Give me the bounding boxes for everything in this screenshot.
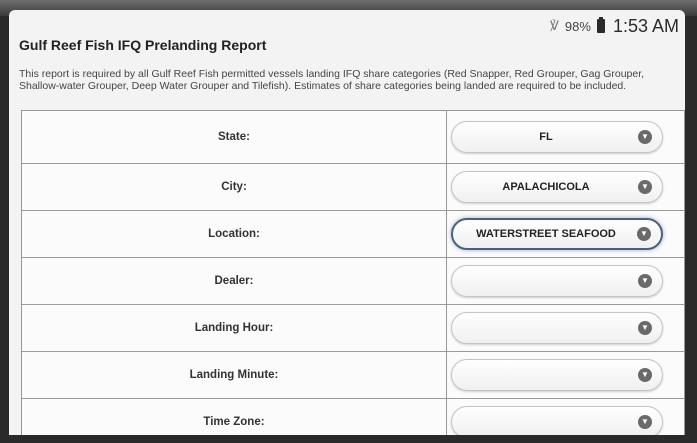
state-cell: FL ▼ — [447, 111, 684, 163]
landing-minute-label: Landing Minute: — [22, 352, 447, 398]
clock: 1:53 AM — [612, 15, 679, 36]
page-title: Gulf Reef Fish IFQ Prelanding Report — [19, 37, 267, 53]
location-label: Location: — [22, 211, 447, 257]
location-select[interactable]: WATERSTREET SEAFOOD ▼ — [451, 218, 663, 250]
state-select[interactable]: FL ▼ — [451, 121, 663, 153]
city-value: APALACHICOLA — [502, 181, 590, 193]
chevron-down-icon: ▼ — [638, 274, 652, 288]
state-value: FL — [539, 131, 553, 143]
city-select[interactable]: APALACHICOLA ▼ — [451, 171, 663, 203]
form-row-landing-hour: Landing Hour: ▼ — [22, 305, 684, 352]
chevron-down-icon: ▼ — [638, 415, 652, 429]
form-row-time-zone: Time Zone: ▼ — [22, 399, 684, 435]
state-label: State: — [22, 111, 447, 163]
time-zone-cell: ▼ — [447, 399, 684, 435]
time-zone-label: Time Zone: — [22, 399, 447, 435]
form-row-state: State: FL ▼ — [22, 111, 684, 164]
location-cell: WATERSTREET SEAFOOD ▼ — [447, 211, 684, 257]
dealer-label: Dealer: — [22, 258, 447, 304]
landing-hour-select[interactable]: ▼ — [451, 312, 663, 344]
battery-icon — [596, 17, 605, 33]
chevron-down-icon: ▼ — [638, 130, 652, 144]
landing-hour-cell: ▼ — [447, 305, 684, 351]
chevron-down-icon: ▼ — [638, 180, 652, 194]
intro-text: This report is required by all Gulf Reef… — [19, 68, 645, 92]
dealer-select[interactable]: ▼ — [451, 265, 663, 297]
form-row-city: City: APALACHICOLA ▼ — [22, 164, 684, 211]
landing-minute-select[interactable]: ▼ — [451, 359, 663, 391]
chevron-down-icon: ▼ — [638, 321, 652, 335]
wifi-icon: ℣ — [550, 18, 559, 33]
time-zone-select[interactable]: ▼ — [451, 406, 663, 435]
location-value: WATERSTREET SEAFOOD — [476, 228, 616, 240]
status-bar: ℣ 98% 1:53 AM — [550, 14, 679, 38]
form-row-location: Location: WATERSTREET SEAFOOD ▼ — [22, 211, 684, 258]
city-label: City: — [22, 164, 447, 210]
form-row-dealer: Dealer: ▼ — [22, 258, 684, 305]
battery-percent: 98% — [564, 18, 591, 34]
chevron-down-icon: ▼ — [637, 227, 651, 241]
chevron-down-icon: ▼ — [638, 368, 652, 382]
form-row-landing-minute: Landing Minute: ▼ — [22, 352, 684, 399]
landing-hour-label: Landing Hour: — [22, 305, 447, 351]
prelanding-form: State: FL ▼ City: APALACHICOLA ▼ Locatio… — [21, 110, 685, 435]
app-screen: ℣ 98% 1:53 AM Gulf Reef Fish IFQ Preland… — [9, 10, 685, 435]
dealer-cell: ▼ — [447, 258, 684, 304]
city-cell: APALACHICOLA ▼ — [447, 164, 684, 210]
landing-minute-cell: ▼ — [447, 352, 684, 398]
